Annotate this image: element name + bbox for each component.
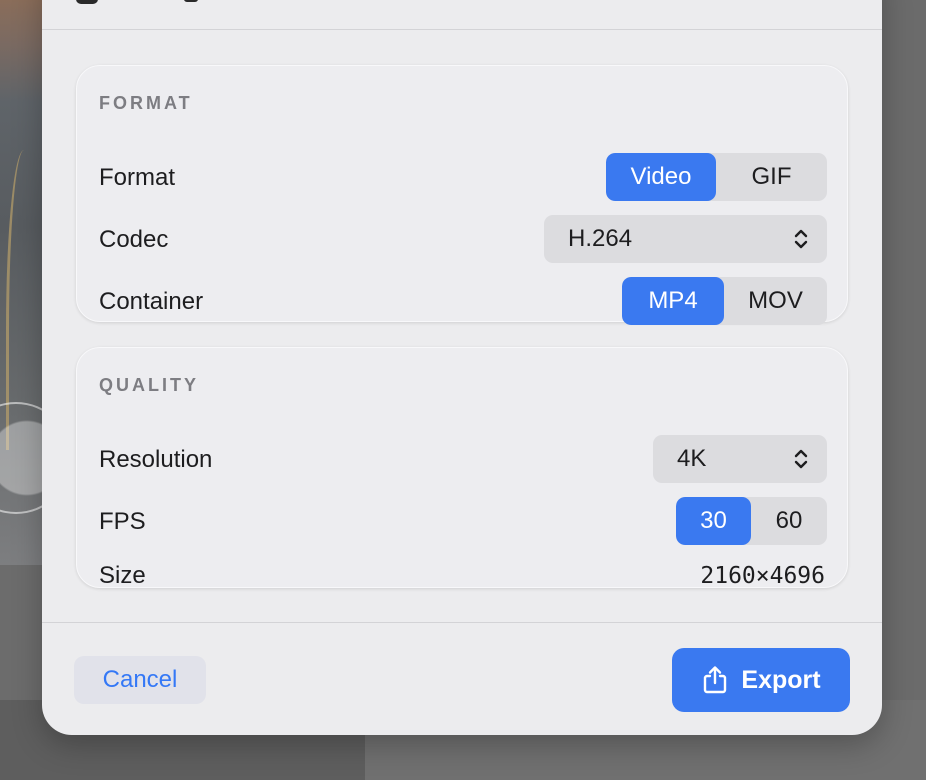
fps-segmented-control: 30 60: [676, 497, 827, 545]
resolution-value: 4K: [677, 445, 707, 472]
container-option-mp4[interactable]: MP4: [622, 277, 724, 325]
footer-divider: [42, 622, 882, 623]
codec-value: H.264: [568, 225, 633, 252]
export-label: Export: [741, 665, 821, 694]
fps-option-60[interactable]: 60: [751, 497, 827, 545]
header-divider: [42, 29, 882, 30]
share-icon: [704, 666, 727, 694]
quality-card: QUALITY Resolution 4K FPS 30 60 Size 216…: [76, 347, 848, 589]
size-label: Size: [99, 562, 146, 589]
codec-label: Codec: [99, 226, 169, 253]
size-value: 2160×4696: [700, 563, 825, 589]
chevron-up-down-icon: [794, 229, 808, 249]
format-option-video[interactable]: Video: [606, 153, 716, 201]
container-option-mov[interactable]: MOV: [724, 277, 827, 325]
format-segmented-control: Video GIF: [606, 153, 827, 201]
fps-option-30[interactable]: 30: [676, 497, 751, 545]
format-section-heading: FORMAT: [99, 93, 193, 113]
format-label: Format: [99, 164, 176, 191]
codec-popup[interactable]: H.264: [544, 215, 827, 263]
chevron-up-down-icon: [794, 449, 808, 469]
format-option-gif[interactable]: GIF: [716, 153, 827, 201]
title-icon: [76, 0, 98, 4]
fps-label: FPS: [99, 508, 146, 535]
resolution-popup[interactable]: 4K: [653, 435, 827, 483]
export-sheet: FORMAT Format Video GIF Codec H.264 Cont…: [42, 0, 882, 735]
export-button[interactable]: Export: [672, 648, 850, 712]
title-fragment: [184, 0, 198, 2]
resolution-label: Resolution: [99, 446, 213, 473]
container-label: Container: [99, 288, 204, 315]
cancel-button[interactable]: Cancel: [74, 656, 206, 704]
container-segmented-control: MP4 MOV: [622, 277, 827, 325]
format-card: FORMAT Format Video GIF Codec H.264 Cont…: [76, 65, 848, 325]
quality-section-heading: QUALITY: [99, 375, 199, 395]
